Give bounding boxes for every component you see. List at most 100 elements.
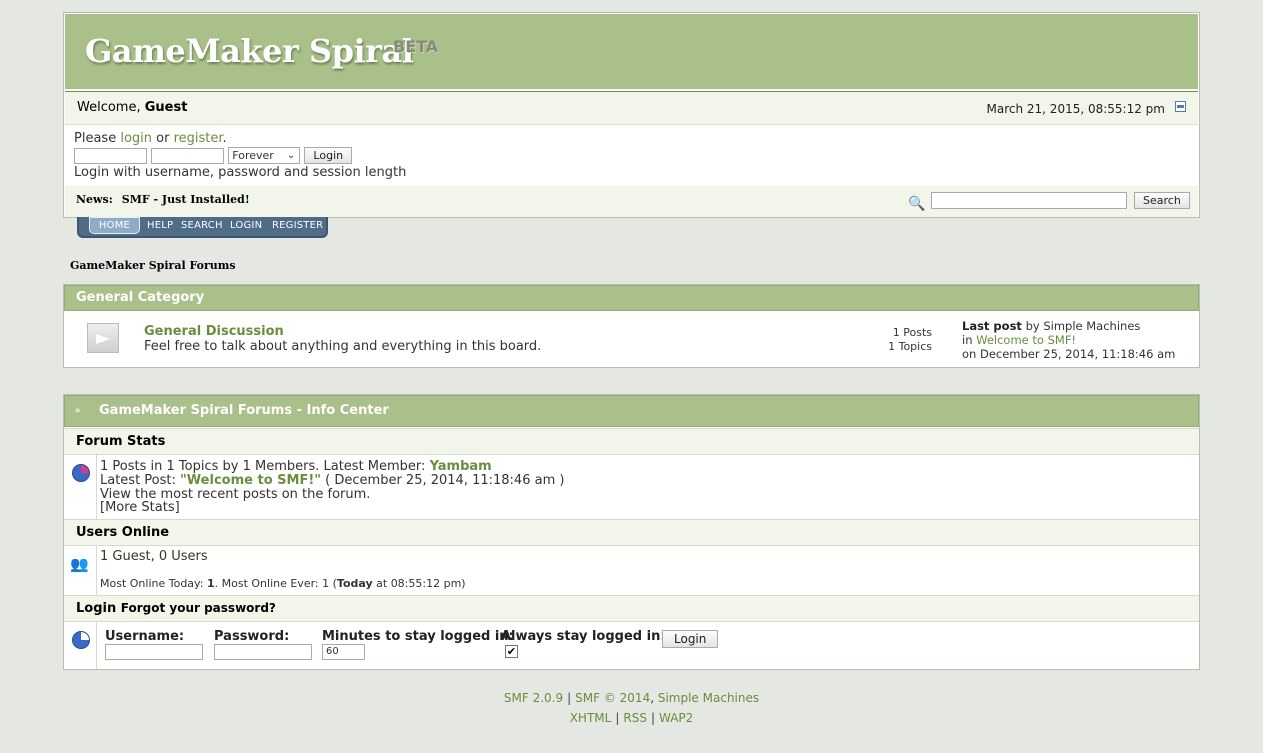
always-label: Always stay logged in: bbox=[501, 629, 666, 644]
users-icon: 👥 bbox=[70, 555, 89, 573]
stats-heading: Forum Stats bbox=[64, 428, 1199, 455]
online-count: 1 Guest, 0 Users bbox=[100, 549, 208, 564]
info-toggle-icon[interactable]: * bbox=[75, 406, 81, 419]
register-link[interactable]: register bbox=[174, 131, 223, 146]
footer-line1: SMF 2.0.9 | SMF © 2014, Simple Machines bbox=[503, 691, 760, 705]
quick-login-form: Forever ⌄ Login bbox=[74, 147, 674, 164]
board-stats: 1 Posts 1 Topics bbox=[854, 326, 932, 354]
menu-search[interactable]: SEARCH bbox=[181, 220, 223, 231]
smf-version-link[interactable]: SMF 2.0.9 bbox=[504, 691, 563, 705]
login-icon bbox=[72, 631, 90, 649]
last-post-topic-link[interactable]: Welcome to SMF! bbox=[976, 333, 1076, 347]
board-icon[interactable] bbox=[87, 323, 119, 353]
login-icon-cell bbox=[64, 622, 97, 669]
most-online-time: at 08:55:12 pm) bbox=[372, 577, 466, 590]
password-input[interactable] bbox=[214, 644, 312, 660]
session-length-value: Forever bbox=[232, 149, 274, 162]
board-description: Feel free to talk about anything and eve… bbox=[144, 339, 542, 354]
news: News: SMF - Just Installed! bbox=[76, 193, 250, 206]
welcome-text: Welcome, Guest bbox=[77, 100, 187, 115]
most-online-text: Most Online Today: bbox=[100, 577, 207, 590]
stats-summary: 1 Posts in 1 Topics by 1 Members. Latest… bbox=[100, 459, 430, 474]
password-label: Password: bbox=[214, 629, 290, 644]
more-stats-link[interactable]: [More Stats] bbox=[100, 500, 180, 515]
simple-machines-link[interactable]: Simple Machines bbox=[658, 691, 759, 705]
rss-link[interactable]: RSS bbox=[623, 711, 647, 725]
login-link[interactable]: login bbox=[120, 131, 152, 146]
board-posts: 1 Posts bbox=[892, 326, 932, 339]
collapse-icon[interactable] bbox=[1175, 101, 1186, 112]
footer-separator: | bbox=[650, 711, 655, 725]
last-post-label: Last post bbox=[962, 319, 1022, 333]
minutes-label: Minutes to stay logged in: bbox=[322, 629, 514, 644]
menu-register[interactable]: REGISTER bbox=[272, 220, 323, 231]
online-icon-cell: 👥 bbox=[64, 545, 97, 595]
menu-home[interactable]: HOME bbox=[89, 217, 140, 234]
footer: SMF 2.0.9 | SMF © 2014, Simple Machines XH… bbox=[0, 688, 1263, 728]
wap2-link[interactable]: WAP2 bbox=[659, 711, 693, 725]
footer-separator: | bbox=[567, 691, 572, 705]
login-heading-text: Login bbox=[76, 601, 117, 616]
login-prompt-or: or bbox=[152, 131, 174, 146]
last-post-line1: Last post by Simple Machines bbox=[962, 319, 1175, 333]
smf-copyright-link[interactable]: SMF © 2014 bbox=[575, 691, 650, 705]
header: GameMaker Spiral BETA Welcome, Guest Mar… bbox=[63, 12, 1200, 218]
footer-separator: | bbox=[615, 711, 620, 725]
username-input[interactable] bbox=[105, 644, 203, 660]
most-online-today-count: 1 bbox=[206, 577, 215, 590]
username-label: Username: bbox=[105, 629, 185, 644]
category-table: General Category General Discussion Feel… bbox=[63, 284, 1200, 368]
main-menu: HOME HELP SEARCH LOGIN REGISTER bbox=[77, 217, 328, 238]
latest-post-label: Latest Post: bbox=[100, 473, 181, 488]
online-heading: Users Online bbox=[64, 519, 1199, 546]
news-text: SMF - Just Installed! bbox=[121, 193, 250, 206]
footer-line2: XHTML | RSS | WAP2 bbox=[0, 708, 1263, 728]
last-post-in: in bbox=[962, 333, 977, 347]
beta-badge: BETA bbox=[393, 37, 439, 56]
always-logged-in-checkbox[interactable]: ✔ bbox=[505, 645, 518, 658]
most-online-ever: . Most Online Ever: 1 ( bbox=[214, 577, 337, 590]
most-online: Most Online Today: 1. Most Online Ever: … bbox=[100, 577, 466, 590]
category-title[interactable]: General Category bbox=[64, 285, 1199, 311]
xhtml-link[interactable]: XHTML bbox=[570, 711, 612, 725]
most-online-today-word: Today bbox=[336, 577, 373, 590]
quick-login-button[interactable]: Login bbox=[304, 147, 353, 164]
quick-password-input[interactable] bbox=[151, 147, 225, 164]
last-post-date: on December 25, 2014, 11:18:46 am bbox=[962, 347, 1176, 361]
search-icon: 🔍 bbox=[908, 196, 926, 212]
info-center-title: GameMaker Spiral Forums - Info Center bbox=[64, 395, 1199, 427]
pie-chart-icon bbox=[72, 464, 90, 482]
welcome-user: Guest bbox=[144, 100, 188, 115]
latest-post-line: Latest Post: "Welcome to SMF!" ( Decembe… bbox=[100, 473, 564, 488]
forgot-password-link[interactable]: Forgot your password? bbox=[121, 601, 276, 615]
login-prompt: Please login or register. bbox=[74, 130, 674, 147]
login-prompt-end: . bbox=[222, 131, 227, 146]
news-label: News: bbox=[76, 193, 113, 206]
latest-post-date: ( December 25, 2014, 11:18:46 am ) bbox=[321, 473, 565, 488]
login-heading: Login Forgot your password? bbox=[64, 595, 1199, 622]
latest-post-link[interactable]: "Welcome to SMF!" bbox=[180, 473, 321, 488]
menu-help[interactable]: HELP bbox=[147, 220, 173, 231]
login-prompt-text: Please bbox=[74, 131, 121, 146]
board-name[interactable]: General Discussion bbox=[144, 324, 284, 339]
search-button[interactable]: Search bbox=[1134, 192, 1190, 209]
news-bar: News: SMF - Just Installed! 🔍 Search bbox=[65, 186, 1198, 217]
info-center: GameMaker Spiral Forums - Info Center * … bbox=[63, 394, 1200, 670]
current-date: March 21, 2015, 08:55:12 pm bbox=[986, 102, 1165, 116]
minutes-input[interactable]: 60 bbox=[322, 644, 365, 660]
latest-member-link[interactable]: Yambam bbox=[430, 459, 492, 474]
last-post-line2: in Welcome to SMF! bbox=[962, 333, 1175, 347]
breadcrumb[interactable]: GameMaker Spiral Forums bbox=[70, 259, 236, 272]
board-topics: 1 Topics bbox=[888, 340, 932, 353]
forum-title[interactable]: GameMaker Spiral bbox=[85, 32, 414, 70]
quick-login: Please login or register. Forever ⌄ Login… bbox=[74, 130, 674, 181]
menu-login[interactable]: LOGIN bbox=[230, 220, 262, 231]
login-hint: Login with username, password and sessio… bbox=[74, 165, 407, 180]
last-post-author: by Simple Machines bbox=[1021, 319, 1141, 333]
login-button[interactable]: Login bbox=[662, 630, 719, 648]
search-input[interactable] bbox=[931, 192, 1127, 209]
quick-username-input[interactable] bbox=[74, 147, 147, 164]
session-length-select[interactable]: Forever ⌄ bbox=[228, 147, 301, 164]
welcome-bar: Welcome, Guest March 21, 2015, 08:55:12 … bbox=[65, 91, 1198, 125]
stats-line: 1 Posts in 1 Topics by 1 Members. Latest… bbox=[100, 459, 492, 474]
